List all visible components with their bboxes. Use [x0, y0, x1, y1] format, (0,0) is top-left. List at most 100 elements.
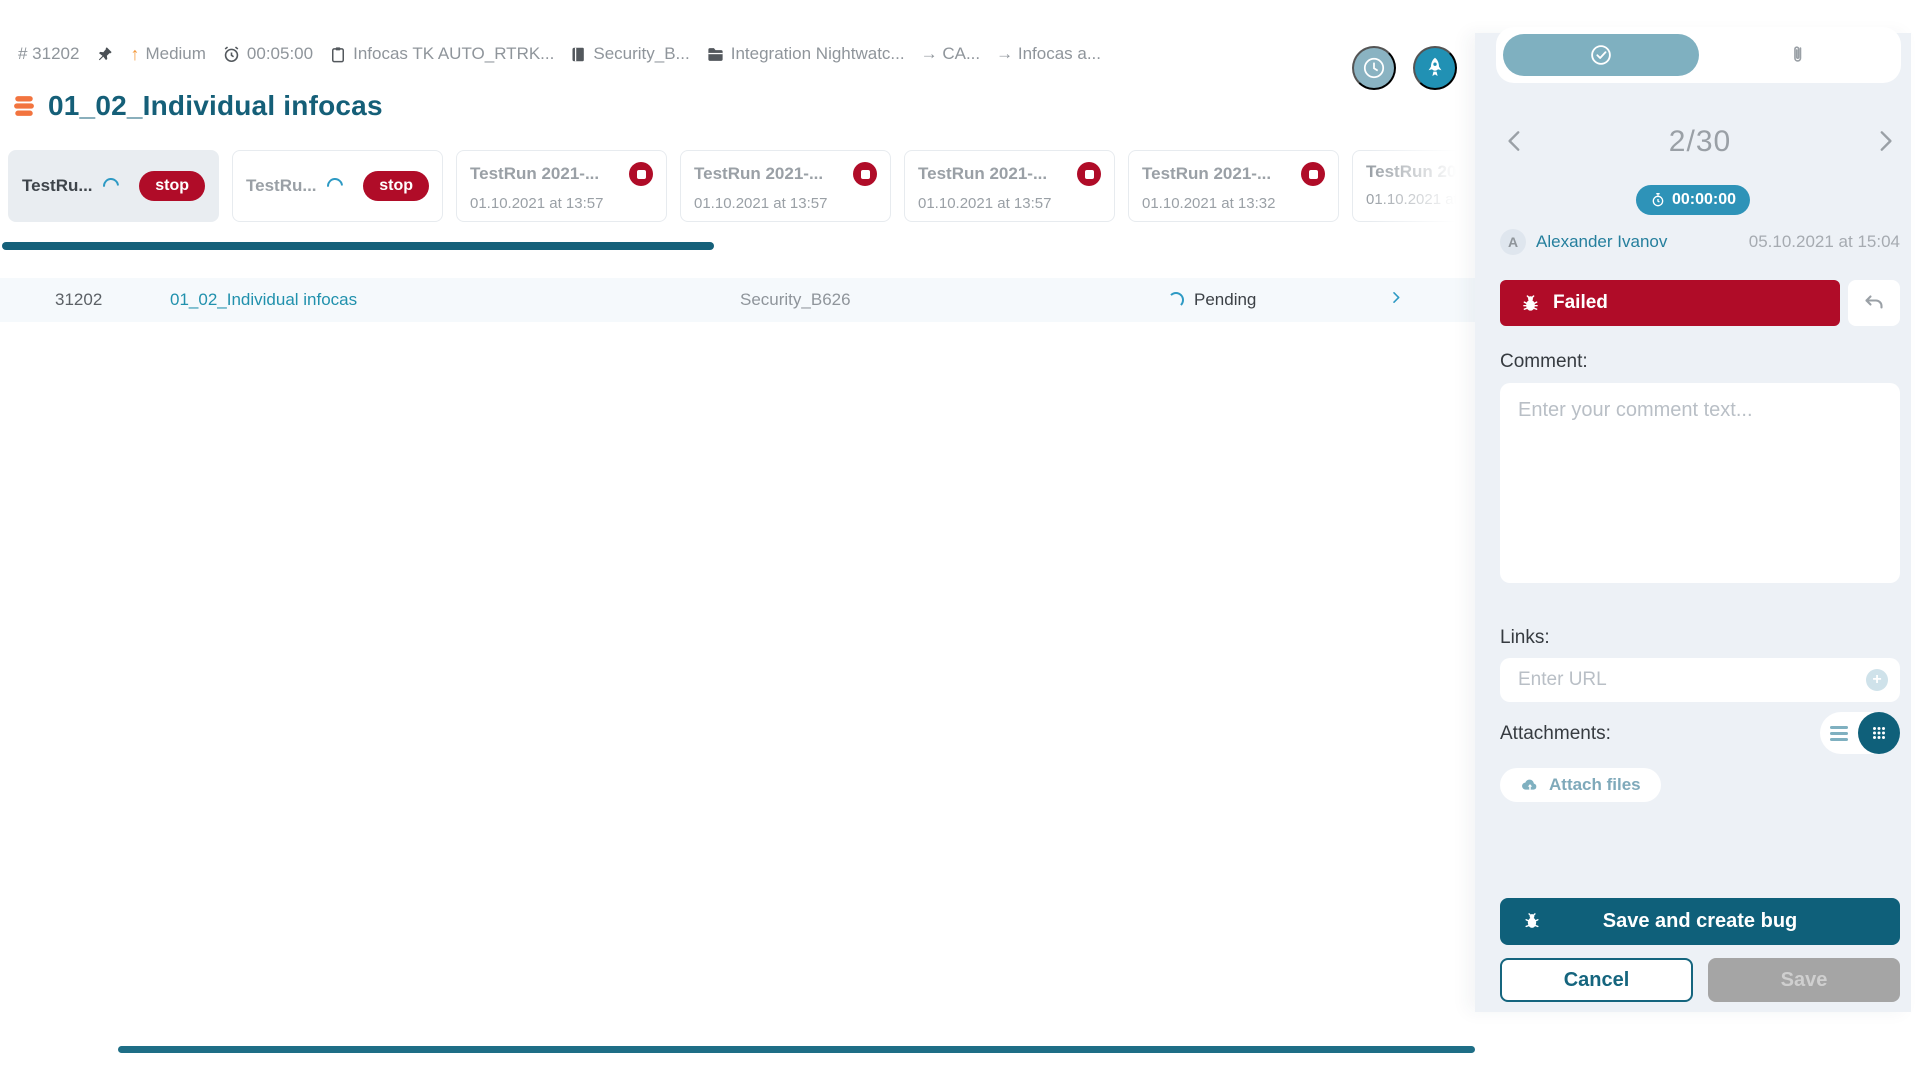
book-icon — [572, 47, 585, 61]
status-failed-button[interactable]: Failed — [1500, 280, 1840, 326]
testrun-date: 01.10.2021 at 13:32 — [1142, 195, 1276, 212]
elapsed-timer-badge[interactable]: 00:00:00 — [1635, 185, 1751, 215]
stopwatch-icon — [1652, 193, 1664, 207]
test-plan-item[interactable]: Infocas TK AUTO_RTRK... — [329, 44, 554, 64]
test-point-id: 31202 — [55, 290, 103, 309]
pin-icon[interactable] — [95, 45, 114, 64]
page-title-row: 01_02_Individual infocas — [10, 90, 383, 122]
prev-button[interactable] — [1500, 126, 1530, 159]
testrun-name: TestRun 2021-... — [470, 164, 600, 183]
save-and-create-bug-button[interactable]: Save and create bug — [1500, 898, 1900, 945]
comment-label: Comment: — [1500, 351, 1588, 372]
spinner-icon — [323, 174, 346, 198]
project-label: Integration Nightwatc... — [730, 44, 905, 63]
stopped-icon — [1077, 162, 1101, 186]
chevron-right-icon — [1880, 130, 1892, 151]
link-input-wrap: + — [1500, 658, 1900, 702]
testrun-name: TestRu... — [246, 176, 317, 195]
suite-item[interactable]: Security_B... — [570, 44, 690, 64]
attachments-label: Attachments: — [1500, 723, 1611, 744]
row-chevron-right-icon[interactable] — [1388, 290, 1404, 311]
attach-files-label: Attach files — [1549, 775, 1641, 794]
breadcrumb: # 31202 ↑ Medium 00:05:00 Infocas TK AUT… — [18, 40, 1101, 68]
testrun-name: TestRun 2021-... — [694, 164, 824, 183]
priority-label: Medium — [145, 44, 206, 63]
chevron-left-icon — [1508, 130, 1520, 151]
priority-item: ↑ Medium — [130, 44, 205, 65]
testrun-cards: TestRu... stop TestRu... stop TestRun 20… — [8, 150, 1563, 222]
testrun-card[interactable]: TestRu... stop — [232, 150, 443, 222]
pagination-counter: 2/30 — [1668, 125, 1732, 158]
history-timer-button[interactable] — [1352, 46, 1396, 90]
save-button[interactable]: Save — [1708, 958, 1900, 1002]
stop-run-button[interactable]: stop — [363, 171, 429, 201]
duration-label: 00:05:00 — [246, 44, 314, 63]
clipboard-icon — [332, 46, 345, 62]
path-segment-1[interactable]: → CA... — [921, 44, 981, 64]
attachments-view-toggle — [1820, 712, 1900, 754]
check-circle-icon — [1591, 45, 1611, 65]
list-icon — [1830, 723, 1848, 744]
launch-button[interactable] — [1413, 46, 1457, 90]
result-panel: 2/30 00:00:00 A Alexander Ivanov 05.10.2… — [1475, 27, 1911, 1012]
next-button[interactable] — [1870, 126, 1900, 159]
stopped-icon — [629, 162, 653, 186]
author-row: A Alexander Ivanov 05.10.2021 at 15:04 — [1500, 229, 1900, 255]
list-view-button[interactable] — [1820, 712, 1858, 754]
testrun-card[interactable]: TestRu... stop — [8, 150, 219, 222]
avatar: A — [1500, 229, 1526, 255]
testrun-card[interactable]: TestRun 2021-... 01.10.2021 at 13:57 — [904, 150, 1115, 222]
testrun-name: TestRun 202 — [1366, 162, 1466, 181]
cloud-upload-icon — [1522, 779, 1537, 790]
paperclip-icon — [1794, 46, 1802, 62]
grid-view-button[interactable] — [1858, 712, 1900, 754]
project-item[interactable]: Integration Nightwatc... — [706, 44, 905, 64]
comment-textarea[interactable] — [1500, 383, 1900, 583]
testrun-name: TestRu... — [22, 176, 93, 195]
cancel-button[interactable]: Cancel — [1500, 958, 1693, 1002]
case-id: # 31202 — [18, 44, 80, 63]
cards-scrollbar-thumb[interactable] — [2, 242, 714, 250]
testrun-name: TestRun 2021-... — [1142, 164, 1272, 183]
pagination: 2/30 — [1500, 125, 1900, 159]
links-label: Links: — [1500, 627, 1550, 648]
test-point-row[interactable]: 31202 01_02_Individual infocas Security_… — [0, 278, 1475, 322]
duration-item: 00:05:00 — [222, 44, 313, 64]
test-plan-label: Infocas TK AUTO_RTRK... — [353, 44, 555, 63]
undo-status-button[interactable] — [1848, 280, 1900, 326]
testrun-date: 01.10.2021 at 13:57 — [918, 195, 1052, 212]
url-input[interactable] — [1500, 658, 1900, 702]
status-label: Failed — [1553, 292, 1608, 313]
bug-icon — [1523, 294, 1538, 311]
clock-icon — [1363, 57, 1385, 79]
stopped-icon — [1301, 162, 1325, 186]
testrun-date: 01.10.2021 at 13:57 — [694, 195, 828, 212]
path-segment-2[interactable]: → Infocas a... — [996, 44, 1101, 64]
spinner-icon — [99, 174, 122, 198]
page-title: 01_02_Individual infocas — [48, 90, 383, 121]
add-link-button[interactable]: + — [1866, 669, 1888, 691]
stopped-icon — [853, 162, 877, 186]
attach-files-button[interactable]: Attach files — [1500, 768, 1661, 802]
stop-run-button[interactable]: stop — [139, 171, 205, 201]
result-timestamp: 05.10.2021 at 15:04 — [1748, 232, 1900, 251]
grid-icon — [1873, 727, 1885, 739]
testrun-name: TestRun 2021-... — [918, 164, 1048, 183]
alarm-icon — [224, 45, 239, 62]
test-point-configuration: Security_B626 — [740, 290, 851, 309]
testrun-card[interactable]: TestRun 2021-... 01.10.2021 at 13:32 — [1128, 150, 1339, 222]
undo-icon — [1865, 295, 1883, 309]
testrun-date: 01.10.2021 at 13:57 — [470, 195, 604, 212]
layers-icon — [14, 96, 34, 116]
testrun-card[interactable]: TestRun 2021-... 01.10.2021 at 13:57 — [680, 150, 891, 222]
app-window: # 31202 ↑ Medium 00:05:00 Infocas TK AUT… — [0, 0, 1920, 1080]
tab-attachments[interactable] — [1699, 34, 1901, 76]
elapsed-time: 00:00:00 — [1671, 191, 1737, 208]
rocket-icon — [1428, 57, 1442, 76]
test-point-link[interactable]: 01_02_Individual infocas — [170, 290, 357, 310]
testrun-card[interactable]: TestRun 2021-... 01.10.2021 at 13:57 — [456, 150, 667, 222]
horizontal-scrollbar-thumb[interactable] — [118, 1046, 1475, 1053]
tab-result[interactable] — [1503, 34, 1699, 76]
author-name-link[interactable]: Alexander Ivanov — [1536, 232, 1667, 252]
suite-label: Security_B... — [593, 44, 690, 63]
